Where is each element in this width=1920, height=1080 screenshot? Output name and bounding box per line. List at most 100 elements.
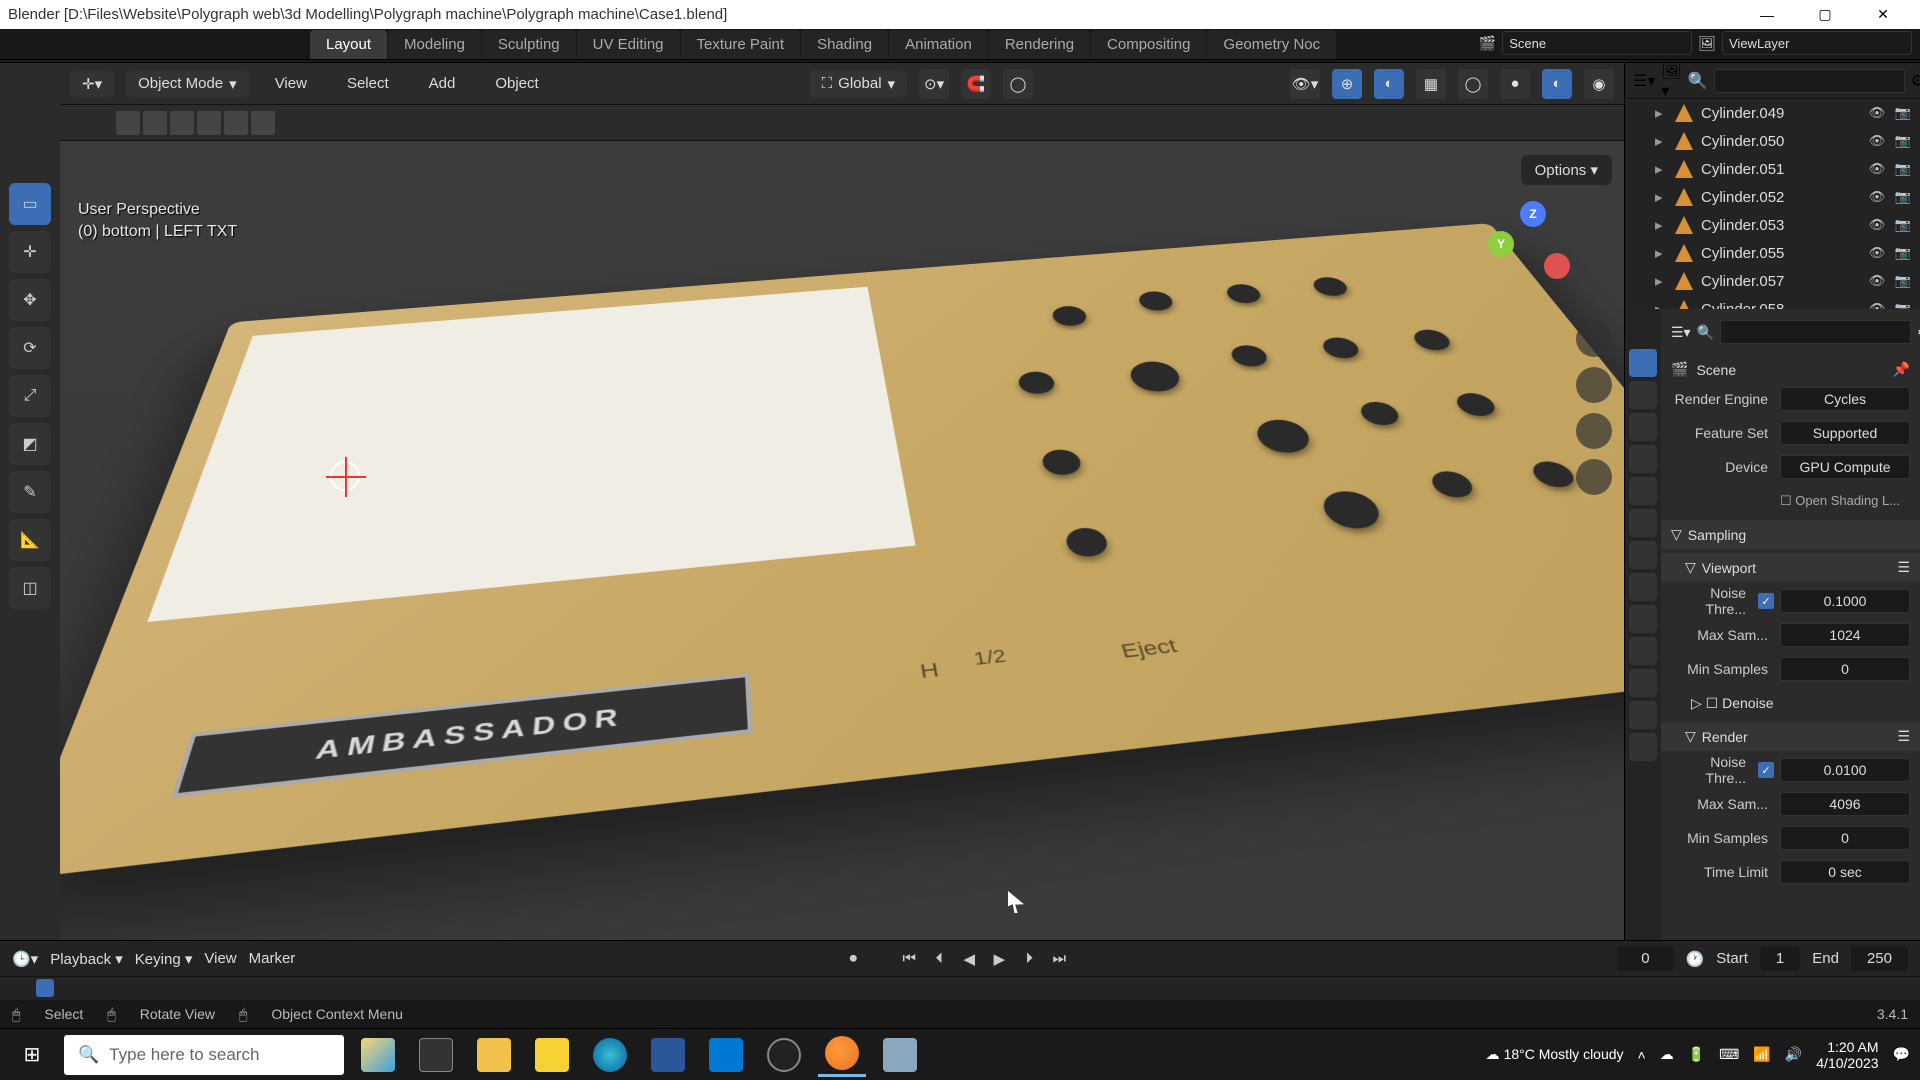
list-icon[interactable]: ☰ <box>1897 559 1910 576</box>
render-toggle[interactable]: 📷 <box>1894 244 1912 262</box>
tab-layout[interactable]: Layout <box>310 30 387 59</box>
jump-start-button[interactable]: ⏮ <box>897 947 921 971</box>
scene-name-input[interactable] <box>1502 31 1692 55</box>
feature-set-dropdown[interactable]: Supported <box>1780 421 1910 445</box>
wifi-icon[interactable]: 📶 <box>1753 1046 1770 1063</box>
tab-modeling[interactable]: Modeling <box>388 30 481 59</box>
tool-cursor[interactable]: ✛ <box>9 231 51 273</box>
outliner-item[interactable]: ▸Cylinder.050👁📷 <box>1625 127 1920 155</box>
timeline-scrub[interactable] <box>0 976 1920 1000</box>
add-menu[interactable]: Add <box>415 69 470 98</box>
min-samples-viewport[interactable]: 0 <box>1780 657 1910 681</box>
overlay-toggle[interactable]: ◐ <box>1374 69 1404 99</box>
denoise-checkbox[interactable]: ▷ ☐ Denoise <box>1691 695 1773 712</box>
keyframe-prev-button[interactable]: ⏴ <box>927 947 951 971</box>
max-samples-viewport[interactable]: 1024 <box>1780 623 1910 647</box>
volume-icon[interactable]: 🔊 <box>1785 1046 1802 1063</box>
pan-button[interactable] <box>1576 367 1612 403</box>
noise-checkbox-viewport[interactable]: ✓ <box>1758 593 1774 609</box>
osl-checkbox[interactable]: ☐ Open Shading L... <box>1780 493 1910 509</box>
tab-animation[interactable]: Animation <box>889 30 988 59</box>
select-mode-3[interactable] <box>170 111 194 135</box>
notes-icon[interactable] <box>528 1033 576 1077</box>
current-frame-field[interactable]: 0 <box>1617 946 1673 971</box>
jump-end-button[interactable]: ⏭ <box>1047 947 1071 971</box>
max-samples-render[interactable]: 4096 <box>1780 792 1910 816</box>
tab-geometry[interactable]: Geometry Noc <box>1207 30 1336 59</box>
tab-texturepaint[interactable]: Texture Paint <box>681 30 801 59</box>
prop-tab-data[interactable] <box>1629 669 1657 697</box>
scene-breadcrumb[interactable]: Scene <box>1696 362 1736 378</box>
visibility-dropdown[interactable]: 👁▾ <box>1290 69 1320 99</box>
tool-transform[interactable]: ◩ <box>9 423 51 465</box>
prop-tab-particles[interactable] <box>1629 573 1657 601</box>
render-toggle[interactable]: 📷 <box>1894 104 1912 122</box>
prop-tab-scene[interactable] <box>1629 445 1657 473</box>
select-mode-4[interactable] <box>197 111 221 135</box>
axis-x-icon[interactable] <box>1544 253 1570 279</box>
outliner-item[interactable]: ▸Cylinder.057👁📷 <box>1625 267 1920 295</box>
outliner-item[interactable]: ▸Cylinder.053👁📷 <box>1625 211 1920 239</box>
view-menu[interactable]: View <box>261 69 321 98</box>
visibility-toggle[interactable]: 👁 <box>1868 132 1886 150</box>
outliner-item[interactable]: ▸Cylinder.051👁📷 <box>1625 155 1920 183</box>
clock-icon[interactable]: 🕐 <box>1686 950 1705 968</box>
axis-z-icon[interactable]: Z <box>1520 201 1546 227</box>
close-button[interactable]: ✕ <box>1854 0 1912 29</box>
word-icon[interactable] <box>644 1033 692 1077</box>
prop-tab-output[interactable] <box>1629 381 1657 409</box>
shading-wireframe[interactable]: ◯ <box>1458 69 1488 99</box>
clock[interactable]: 1:20 AM 4/10/2023 <box>1816 1039 1878 1071</box>
play-reverse-button[interactable]: ◀ <box>957 947 981 971</box>
keying-menu[interactable]: Keying ▾ <box>135 950 193 968</box>
prop-tab-texture[interactable] <box>1629 733 1657 761</box>
pivot-dropdown[interactable]: ⊙▾ <box>919 69 949 99</box>
prop-tab-material[interactable] <box>1629 701 1657 729</box>
prop-tab-viewlayer[interactable] <box>1629 413 1657 441</box>
tool-select-box[interactable]: ▭ <box>9 183 51 225</box>
navigation-gizmo[interactable]: Z Y <box>1484 201 1574 291</box>
shading-rendered[interactable]: ◉ <box>1584 69 1614 99</box>
orientation-dropdown[interactable]: ⛶ Global ▾ <box>810 71 907 97</box>
edge-icon[interactable] <box>586 1033 634 1077</box>
prop-tab-render[interactable] <box>1629 349 1657 377</box>
outliner-search-input[interactable] <box>1714 69 1905 93</box>
marker-menu[interactable]: Marker <box>249 950 296 967</box>
minimize-button[interactable]: — <box>1738 0 1796 29</box>
gizmo-toggle[interactable]: ⊕ <box>1332 69 1362 99</box>
tool-addcube[interactable]: ◫ <box>9 567 51 609</box>
mode-dropdown[interactable]: Object Mode ▾ <box>126 71 249 97</box>
end-frame-field[interactable]: 250 <box>1851 946 1908 971</box>
outliner-item[interactable]: ▸Cylinder.049👁📷 <box>1625 99 1920 127</box>
input-icon[interactable]: ⌨ <box>1719 1046 1739 1063</box>
outliner-item[interactable]: ▸Cylinder.058👁📷 <box>1625 295 1920 309</box>
render-engine-dropdown[interactable]: Cycles <box>1780 387 1910 411</box>
device-dropdown[interactable]: GPU Compute <box>1780 455 1910 479</box>
perspective-toggle-button[interactable] <box>1576 459 1612 495</box>
prop-tab-physics[interactable] <box>1629 605 1657 633</box>
select-mode-6[interactable] <box>251 111 275 135</box>
visibility-toggle[interactable]: 👁 <box>1868 216 1886 234</box>
playback-menu[interactable]: Playback ▾ <box>50 950 123 968</box>
timeline-editor-icon[interactable]: 🕒▾ <box>12 950 38 968</box>
cortana-icon[interactable] <box>354 1033 402 1077</box>
viewport-canvas[interactable]: AMBASSADOR Eject 1/2 H User Perspective … <box>60 141 1624 940</box>
app-icon[interactable] <box>876 1033 924 1077</box>
visibility-toggle[interactable]: 👁 <box>1868 244 1886 262</box>
keyframe-next-button[interactable]: ⏵ <box>1017 947 1041 971</box>
tab-compositing[interactable]: Compositing <box>1091 30 1206 59</box>
prop-tab-object[interactable] <box>1629 509 1657 537</box>
zoom-button[interactable] <box>1576 321 1612 357</box>
tray-expand-icon[interactable]: ˄ <box>1638 1047 1646 1063</box>
noise-threshold-viewport[interactable]: 0.1000 <box>1780 589 1910 613</box>
battery-icon[interactable]: 🔋 <box>1688 1046 1705 1063</box>
time-limit-field[interactable]: 0 sec <box>1780 860 1910 884</box>
explorer-icon[interactable] <box>470 1033 518 1077</box>
tab-uvediting[interactable]: UV Editing <box>577 30 680 59</box>
render-toggle[interactable]: 📷 <box>1894 132 1912 150</box>
render-toggle[interactable]: 📷 <box>1894 160 1912 178</box>
options-dropdown[interactable]: Options ▾ <box>1521 155 1612 185</box>
tab-rendering[interactable]: Rendering <box>989 30 1090 59</box>
outliner-view-icon[interactable]: 🖼▾ <box>1661 63 1681 101</box>
select-mode-1[interactable] <box>116 111 140 135</box>
